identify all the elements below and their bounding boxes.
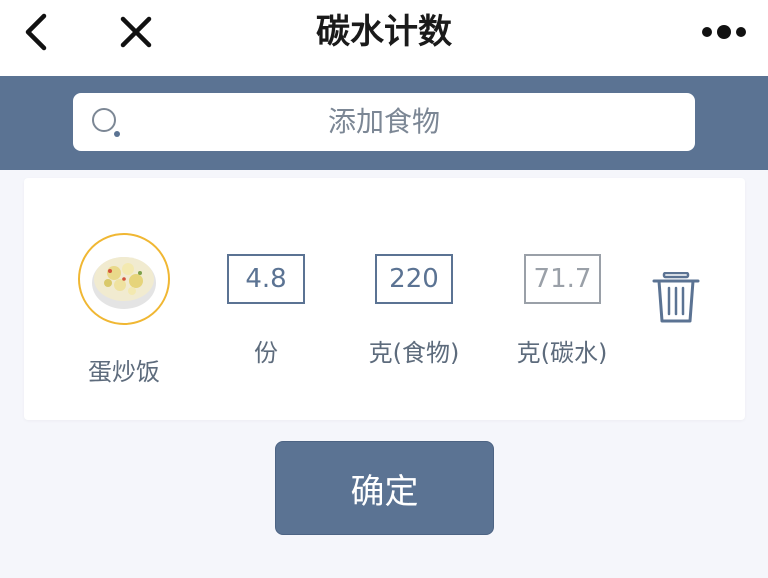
top-navigation-bar: 碳水计数 bbox=[0, 0, 768, 76]
page-title: 碳水计数 bbox=[316, 12, 452, 52]
more-options-button[interactable] bbox=[694, 10, 754, 54]
more-dots-icon bbox=[702, 25, 746, 39]
trash-icon[interactable] bbox=[652, 272, 700, 324]
carb-grams-value: 71.7 bbox=[524, 254, 601, 304]
carb-grams-unit-label: 克(碳水) bbox=[516, 339, 608, 367]
food-name: 蛋炒饭 bbox=[88, 358, 160, 386]
food-image bbox=[78, 233, 170, 325]
add-food-search-input[interactable]: 添加食物 bbox=[73, 93, 695, 151]
servings-unit-label: 份 bbox=[254, 339, 278, 367]
food-grams-input[interactable]: 220 bbox=[375, 254, 453, 304]
food-grams-unit-label: 克(食物) bbox=[368, 339, 460, 367]
confirm-button[interactable]: 确定 bbox=[275, 441, 494, 535]
servings-input[interactable]: 4.8 bbox=[227, 254, 305, 304]
search-placeholder: 添加食物 bbox=[327, 105, 440, 138]
food-item-card: 蛋炒饭 4.8 份 220 克(食物) 71.7 克(碳水) bbox=[24, 178, 745, 420]
food-bowl-image bbox=[92, 257, 156, 309]
